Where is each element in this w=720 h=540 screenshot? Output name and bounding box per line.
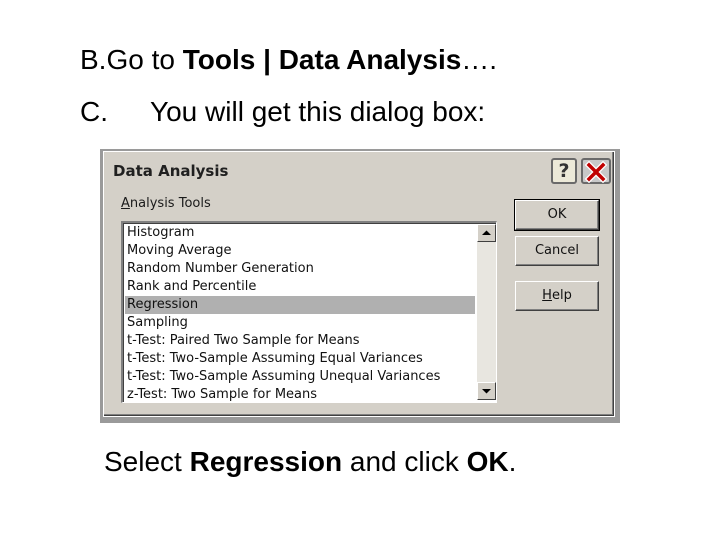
help-glyph: ? [558,160,570,182]
help-label-rest: elp [551,288,572,303]
step-b-menu-path: Tools | Data Analysis [182,44,462,75]
arrow-down-icon[interactable] [477,382,496,400]
label-rest: nalysis Tools [129,196,211,211]
step-c-text: You will get this dialog box: [150,96,486,127]
listbox-items: Histogram Moving Average Random Number G… [125,224,475,404]
instruction-step-b: B.Go to Tools | Data Analysis…. [80,44,497,76]
list-item-sampling[interactable]: Sampling [125,314,475,332]
step-b-suffix: …. [461,44,498,75]
list-item-random-number-generation[interactable]: Random Number Generation [125,260,475,278]
help-access-key: H [542,288,552,303]
question-mark-icon[interactable]: ? [551,158,577,184]
help-button[interactable]: Help [515,281,599,311]
select-text-3: . [508,446,517,477]
select-text-1: Select [104,446,190,477]
label-access-key: A [121,196,130,211]
data-analysis-dialog: Data Analysis ? Analysis Tools Histogram… [103,151,615,417]
listbox-scrollbar[interactable] [477,224,496,400]
dialog-titlebar: Data Analysis ? [107,155,611,187]
dialog-title: Data Analysis [113,162,229,180]
list-item-t-test-paired[interactable]: t-Test: Paired Two Sample for Means [125,332,475,350]
list-item-moving-average[interactable]: Moving Average [125,242,475,260]
step-c-number: C. [80,96,108,127]
close-x-glyph [585,161,607,183]
ok-button[interactable]: OK [514,199,600,231]
list-item-rank-and-percentile[interactable]: Rank and Percentile [125,278,475,296]
select-bold-regression: Regression [189,446,343,477]
arrow-up-icon[interactable] [477,224,496,242]
list-item-t-test-equal-variances[interactable]: t-Test: Two-Sample Assuming Equal Varian… [125,350,475,368]
list-item-t-test-unequal-variances[interactable]: t-Test: Two-Sample Assuming Unequal Vari… [125,368,475,386]
analysis-tools-listbox[interactable]: Histogram Moving Average Random Number G… [121,221,497,403]
analysis-tools-label: Analysis Tools [121,196,211,211]
cancel-button[interactable]: Cancel [515,236,599,266]
step-b-prefix: B.Go to [80,44,183,75]
select-text-2: and click [342,446,467,477]
list-item-z-test[interactable]: z-Test: Two Sample for Means [125,386,475,404]
list-item-histogram[interactable]: Histogram [125,224,475,242]
select-bold-ok: OK [466,446,509,477]
close-x-icon[interactable] [581,158,611,184]
instruction-step-c: C. You will get this dialog box: [80,96,485,128]
instruction-select: Select Regression and click OK. [104,446,516,478]
list-item-regression[interactable]: Regression [125,296,475,314]
